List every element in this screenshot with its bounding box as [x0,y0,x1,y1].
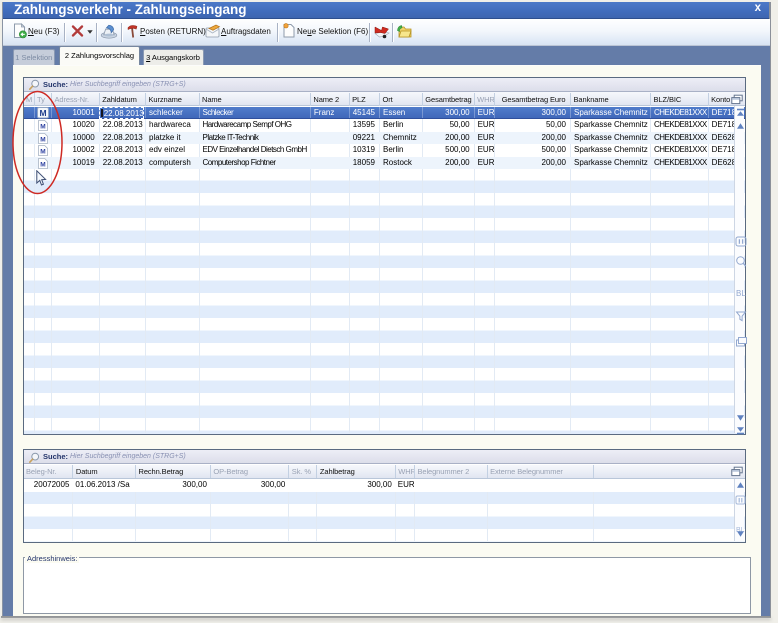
svg-text:BL: BL [736,289,746,298]
